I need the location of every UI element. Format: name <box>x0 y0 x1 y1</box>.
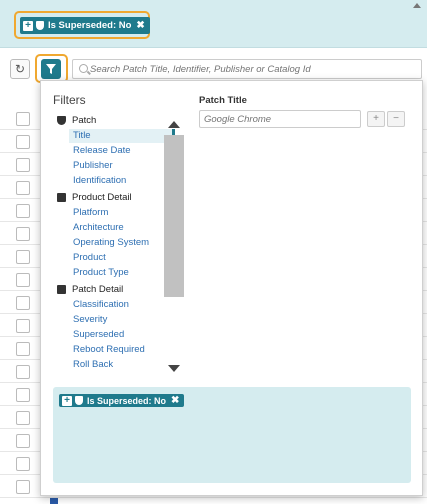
scrollbar-thumb[interactable] <box>164 135 184 297</box>
tree-item-title[interactable]: Title <box>69 129 175 143</box>
applied-filter-chip[interactable]: + Is Superseded: No ✖ <box>59 394 185 407</box>
row-checkbox[interactable] <box>16 411 30 425</box>
scroll-up-arrow-icon[interactable] <box>168 121 180 128</box>
card-icon <box>57 284 66 294</box>
tree-item-operating-system[interactable]: Operating System <box>73 236 149 250</box>
tree-item-roll-back[interactable]: Roll Back <box>73 358 113 369</box>
search-input[interactable] <box>90 61 410 77</box>
tree-category-label: Patch Detail <box>72 283 124 295</box>
active-filter-chip[interactable]: + Is Superseded: No ✖ <box>20 17 150 34</box>
search-icon <box>79 64 88 73</box>
filters-panel: Filters Patch Title Release Date Publish… <box>40 80 423 496</box>
tree-item-classification[interactable]: Classification <box>73 298 129 312</box>
filter-button-highlight-outline <box>35 54 68 83</box>
row-checkbox[interactable] <box>16 273 30 287</box>
row-checkbox[interactable] <box>16 250 30 264</box>
filters-panel-title: Filters <box>53 93 86 107</box>
tree-item-product-type[interactable]: Product Type <box>73 266 129 280</box>
search-box[interactable] <box>72 59 422 79</box>
shield-icon <box>57 115 66 125</box>
row-checkbox[interactable] <box>16 181 30 195</box>
tree-item-reboot-required[interactable]: Reboot Required <box>73 343 145 357</box>
row-checkbox[interactable] <box>16 342 30 356</box>
row-checkbox[interactable] <box>16 204 30 218</box>
row-checkbox[interactable] <box>16 135 30 149</box>
row-checkbox[interactable] <box>16 319 30 333</box>
add-value-button[interactable]: + <box>367 111 385 127</box>
box-icon <box>57 192 66 202</box>
scroll-down-arrow-icon[interactable] <box>168 365 180 372</box>
row-checkbox[interactable] <box>16 457 30 471</box>
tree-category-patch: Patch <box>57 113 96 127</box>
row-checkbox[interactable] <box>16 388 30 402</box>
row-checkbox[interactable] <box>16 112 30 126</box>
field-label: Patch Title <box>199 95 247 106</box>
tree-item-publisher[interactable]: Publisher <box>73 159 113 173</box>
scroll-up-arrow-icon[interactable] <box>413 2 421 8</box>
tree-item-superseded[interactable]: Superseded <box>73 328 124 342</box>
active-filter-chip-label: Is Superseded: No <box>48 20 132 31</box>
tree-category-product-detail: Product Detail <box>57 190 132 204</box>
shield-icon <box>36 21 44 30</box>
patch-title-input[interactable] <box>199 110 361 128</box>
refresh-button[interactable]: ↻ <box>10 59 30 79</box>
row-checkbox[interactable] <box>16 365 30 379</box>
tree-category-label: Patch <box>72 114 97 126</box>
tree-item-release-date[interactable]: Release Date <box>73 144 131 158</box>
shield-icon <box>75 396 83 405</box>
row-checkbox[interactable] <box>16 480 30 494</box>
tree-item-severity[interactable]: Severity <box>73 313 107 327</box>
plus-icon[interactable]: + <box>62 395 72 406</box>
close-icon[interactable]: ✖ <box>171 395 179 406</box>
tree-item-product[interactable]: Product <box>73 251 106 265</box>
remove-value-button[interactable]: − <box>387 111 405 127</box>
row-checkbox[interactable] <box>16 227 30 241</box>
tree-item-platform[interactable]: Platform <box>73 206 108 220</box>
row-checkbox[interactable] <box>16 296 30 310</box>
tree-category-label: Product Detail <box>72 191 132 203</box>
plus-icon[interactable]: + <box>23 20 33 31</box>
row-app-icon <box>50 498 58 504</box>
row-checkbox[interactable] <box>16 158 30 172</box>
tree-category-patch-detail: Patch Detail <box>57 282 123 296</box>
tree-item-architecture[interactable]: Architecture <box>73 221 124 235</box>
tree-item-identification[interactable]: Identification <box>73 174 126 188</box>
tree-scrollbar[interactable] <box>164 121 184 373</box>
applied-filters-area: + Is Superseded: No ✖ <box>53 387 411 483</box>
applied-filter-chip-label: Is Superseded: No <box>87 395 167 406</box>
close-icon[interactable]: ✖ <box>136 20 144 31</box>
row-checkbox[interactable] <box>16 434 30 448</box>
